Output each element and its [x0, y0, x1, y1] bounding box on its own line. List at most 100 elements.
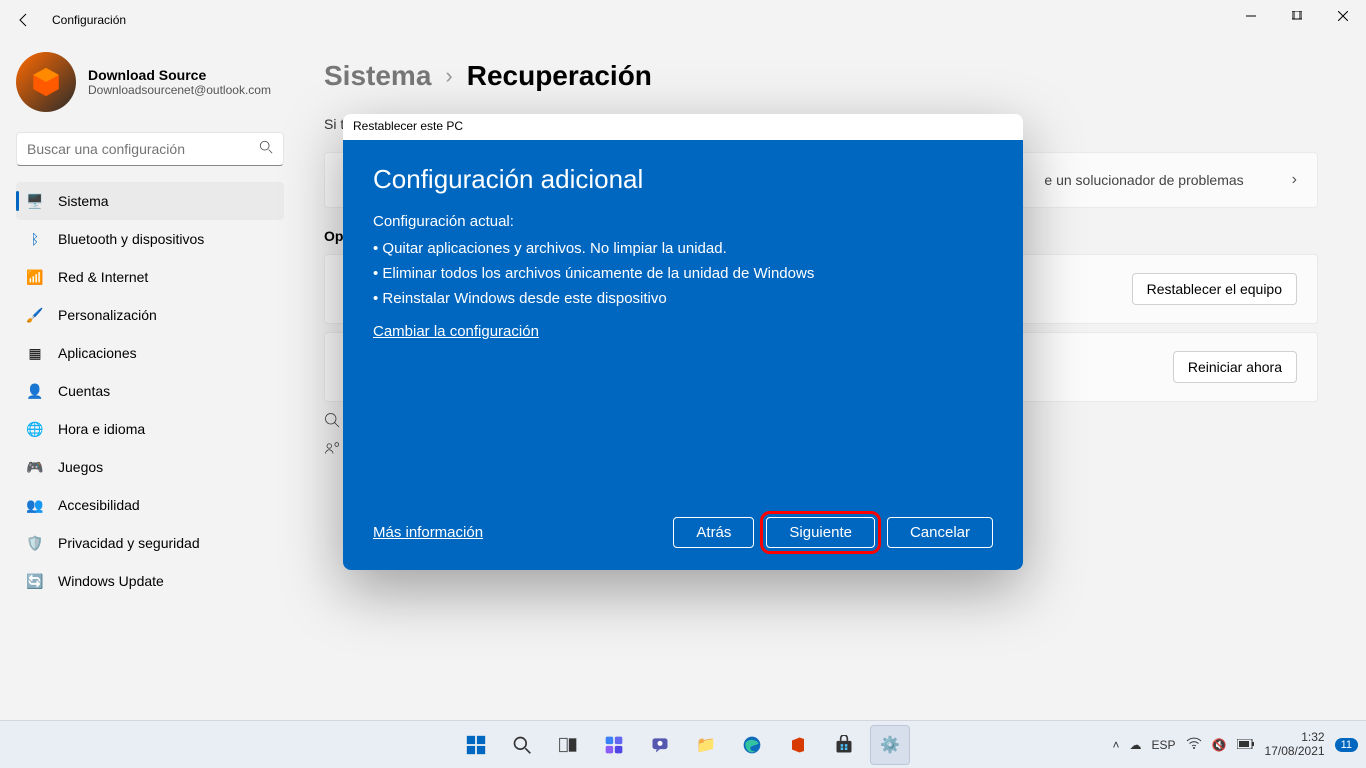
minimize-button[interactable] — [1228, 0, 1274, 32]
widgets-icon — [604, 735, 624, 755]
explorer-button[interactable]: 📁 — [686, 725, 726, 765]
taskview-icon — [558, 735, 578, 755]
gamepad-icon: 🎮 — [26, 458, 44, 476]
avatar-logo-icon — [29, 65, 63, 99]
sidebar-item-label: Sistema — [58, 193, 109, 209]
avatar — [16, 52, 76, 112]
taskview-button[interactable] — [548, 725, 588, 765]
maximize-icon — [1292, 11, 1302, 21]
sidebar-item-personalizacion[interactable]: 🖌️ Personalización — [16, 296, 284, 334]
globe-icon: 🌐 — [26, 420, 44, 438]
taskbar-center: 📁 ⚙️ — [456, 725, 910, 765]
back-button-dialog[interactable]: Atrás — [673, 517, 754, 548]
search-icon — [512, 735, 532, 755]
display-icon: 🖥️ — [26, 192, 44, 210]
store-icon — [834, 735, 854, 755]
sidebar-item-cuentas[interactable]: 👤Cuentas — [16, 372, 284, 410]
search-input[interactable] — [27, 141, 259, 157]
dialog-config-list: Quitar aplicaciones y archivos. No limpi… — [373, 236, 993, 311]
tray-time: 1:32 — [1265, 731, 1325, 745]
edge-icon — [742, 735, 762, 755]
reset-pc-dialog: Restablecer este PC Configuración adicio… — [343, 114, 1023, 570]
tray-battery-icon[interactable] — [1237, 738, 1255, 752]
tray-chevron-icon[interactable]: ˄ — [1113, 738, 1120, 752]
accessibility-icon: 👥 — [26, 496, 44, 514]
sidebar-item-bluetooth[interactable]: ᛒBluetooth y dispositivos — [16, 220, 284, 258]
sidebar-item-label: Cuentas — [58, 383, 110, 399]
tray-date: 17/08/2021 — [1265, 745, 1325, 759]
widgets-button[interactable] — [594, 725, 634, 765]
sidebar-item-label: Privacidad y seguridad — [58, 535, 200, 551]
close-button[interactable] — [1320, 0, 1366, 32]
sidebar: Download Source Downloadsourcenet@outloo… — [0, 40, 300, 720]
office-button[interactable] — [778, 725, 818, 765]
sidebar-item-accesibilidad[interactable]: 👥 Accesibilidad — [16, 486, 284, 524]
restart-now-button[interactable]: Reiniciar ahora — [1173, 351, 1297, 383]
tray-volume-icon[interactable]: 🔇 — [1212, 738, 1227, 752]
dialog-title: Restablecer este PC — [343, 114, 1023, 140]
apps-icon: ▦ — [26, 344, 44, 362]
edge-button[interactable] — [732, 725, 772, 765]
brush-icon: 🖌️ — [26, 306, 44, 324]
sidebar-item-update[interactable]: 🔄 Windows Update — [16, 562, 284, 600]
settings-taskbar-button[interactable]: ⚙️ — [870, 725, 910, 765]
dialog-config-item: Quitar aplicaciones y archivos. No limpi… — [373, 236, 993, 261]
shield-icon: 🛡️ — [26, 534, 44, 552]
sidebar-item-juegos[interactable]: 🎮 Juegos — [16, 448, 284, 486]
dialog-heading: Configuración adicional — [373, 164, 993, 195]
profile-area[interactable]: Download Source Downloadsourcenet@outloo… — [16, 52, 284, 112]
sidebar-item-label: Bluetooth y dispositivos — [58, 231, 204, 247]
update-icon: 🔄 — [26, 572, 44, 590]
tray-clock[interactable]: 1:32 17/08/2021 — [1265, 731, 1325, 759]
sidebar-item-aplicaciones[interactable]: ▦ Aplicaciones — [16, 334, 284, 372]
close-icon — [1338, 11, 1348, 21]
reset-pc-button[interactable]: Restablecer el equipo — [1132, 273, 1297, 305]
windows-icon — [465, 734, 487, 756]
sidebar-item-label: Aplicaciones — [58, 345, 137, 361]
breadcrumb-current: Recuperación — [467, 60, 652, 92]
dialog-config-item: Eliminar todos los archivos únicamente d… — [373, 261, 993, 286]
sidebar-item-label: Red & Internet — [58, 269, 148, 285]
profile-name: Download Source — [88, 67, 271, 83]
nav-list: 🖥️ Sistema ᛒBluetooth y dispositivos 📶Red… — [16, 182, 284, 600]
folder-icon: 📁 — [696, 735, 716, 755]
cancel-button-dialog[interactable]: Cancelar — [887, 517, 993, 548]
search-box[interactable] — [16, 132, 284, 166]
sidebar-item-sistema[interactable]: 🖥️ Sistema — [16, 182, 284, 220]
breadcrumb-parent[interactable]: Sistema — [324, 60, 431, 92]
next-button-dialog[interactable]: Siguiente — [766, 517, 875, 548]
store-button[interactable] — [824, 725, 864, 765]
sidebar-item-label: Hora e idioma — [58, 421, 145, 437]
onedrive-icon[interactable]: ☁ — [1130, 738, 1142, 752]
back-button[interactable] — [8, 4, 40, 36]
arrow-left-icon — [16, 12, 32, 28]
start-button[interactable] — [456, 725, 496, 765]
sidebar-item-red[interactable]: 📶Red & Internet — [16, 258, 284, 296]
window-controls — [1228, 0, 1366, 32]
profile-email: Downloadsourcenet@outlook.com — [88, 83, 271, 97]
taskbar: 📁 ⚙️ ˄ ☁ ESP 🔇 1:32 17/08/2021 11 — [0, 720, 1366, 768]
search-icon — [259, 140, 273, 159]
chevron-right-icon: › — [445, 63, 452, 89]
sidebar-item-label: Accesibilidad — [58, 497, 140, 513]
sidebar-item-label: Juegos — [58, 459, 103, 475]
sidebar-item-privacidad[interactable]: 🛡️ Privacidad y seguridad — [16, 524, 284, 562]
chat-icon — [650, 735, 670, 755]
search-taskbar-button[interactable] — [502, 725, 542, 765]
troubleshoot-text: e un solucionador de problemas — [1044, 172, 1243, 188]
chat-button[interactable] — [640, 725, 680, 765]
change-config-link[interactable]: Cambiar la configuración — [373, 323, 993, 340]
feedback-icon — [324, 440, 342, 458]
maximize-button[interactable] — [1274, 0, 1320, 32]
sidebar-item-hora[interactable]: 🌐 Hora e idioma — [16, 410, 284, 448]
tray-wifi-icon[interactable] — [1186, 737, 1202, 752]
dialog-current-label: Configuración actual: — [373, 213, 993, 230]
breadcrumb: Sistema › Recuperación — [324, 60, 1318, 92]
tray-lang[interactable]: ESP — [1152, 738, 1176, 752]
more-info-link[interactable]: Más información — [373, 524, 483, 541]
sidebar-item-label: Windows Update — [58, 573, 164, 589]
notification-badge[interactable]: 11 — [1335, 738, 1358, 752]
help-icon — [324, 412, 342, 430]
window-title: Configuración — [52, 13, 126, 27]
sidebar-item-label: Personalización — [58, 307, 157, 323]
